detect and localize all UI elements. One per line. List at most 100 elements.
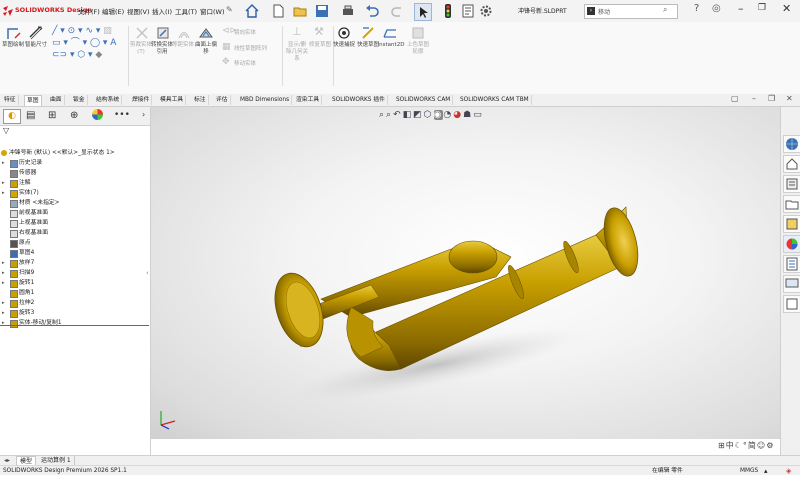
display-manager-tab-icon[interactable] — [92, 109, 103, 120]
tab-scroll-icons[interactable]: ◂▸ — [4, 457, 10, 464]
tab-markup[interactable]: 标注 — [192, 95, 209, 105]
tab-solidworks-cam[interactable]: SOLIDWORKS CAM — [394, 95, 454, 105]
search-icon[interactable]: ⌕ — [663, 5, 667, 15]
offset-on-surface-button[interactable]: 曲面上偏移 — [194, 42, 218, 56]
file-explorer-icon[interactable] — [783, 195, 800, 213]
pin-icon[interactable]: ✎ — [226, 5, 233, 14]
expand-panel-icon[interactable]: › — [142, 110, 145, 119]
moon-icon[interactable]: ☾ — [735, 441, 743, 450]
redo-icon[interactable] — [390, 3, 406, 19]
select-arrow-icon[interactable] — [414, 3, 432, 21]
feature-manager-tab-icon[interactable]: ◐ — [3, 109, 21, 124]
rectangle-icon[interactable]: ▭ ▾ ⌒ ▾ ◯ ▾ A — [52, 37, 116, 49]
smart-dimension-icon[interactable] — [28, 25, 44, 41]
emoji-icon[interactable]: ☺ — [757, 441, 766, 450]
undo-icon[interactable] — [364, 3, 380, 19]
search-input[interactable]: 移动 — [598, 7, 610, 16]
forum-icon[interactable] — [783, 275, 800, 293]
sketch-button[interactable]: 草图绘制 — [2, 42, 24, 49]
expand-caret-icon[interactable]: ▸ — [2, 258, 8, 268]
expand-caret-icon[interactable]: ▸ — [2, 158, 8, 168]
solidworks-resources-icon[interactable] — [783, 135, 800, 153]
menu-window[interactable]: 窗口(W) — [200, 6, 225, 16]
grid-icon[interactable]: ⊞ — [718, 441, 726, 450]
upper-bend[interactable] — [448, 240, 498, 274]
rapid-sketch-icon[interactable] — [360, 25, 376, 41]
tree-root[interactable]: 冲锋号新 (默认) <<默认>_显示状态 1> — [1, 148, 115, 158]
quick-snaps-button[interactable]: 快速捕捉 — [332, 42, 356, 49]
offset-on-surface-icon[interactable] — [198, 25, 214, 41]
instant2d-icon[interactable] — [382, 25, 398, 41]
slot-icon[interactable]: ⊂⊃ ▾ ⬡ ▾ ◆ — [52, 49, 116, 61]
sketch-icon[interactable] — [6, 25, 22, 41]
simplified-icon[interactable]: 简 — [748, 441, 757, 450]
convert-entities-button[interactable]: 转换实体引用 — [150, 42, 174, 56]
close-button[interactable]: ✕ — [782, 2, 791, 15]
expand-caret-icon[interactable]: ▸ — [2, 178, 8, 188]
open-folder-icon[interactable] — [292, 3, 308, 19]
panel-splitter-icon[interactable]: ‹ — [146, 269, 149, 277]
tab-mbd-dimensions[interactable]: MBD Dimensions — [238, 95, 293, 105]
smart-dimension-button[interactable]: 智能尺寸 — [24, 42, 48, 49]
viewport-restore-button[interactable]: ❐ — [768, 94, 775, 103]
input-method-icon[interactable]: 中 — [726, 441, 735, 450]
bugle-3d-model[interactable] — [151, 107, 780, 439]
user-account-icon[interactable]: ◎ — [712, 3, 721, 14]
help-icon[interactable]: ? — [694, 3, 699, 14]
property-manager-tab-icon[interactable]: ▤ — [26, 110, 35, 121]
tab-evaluate[interactable]: 评估 — [214, 95, 231, 105]
save-icon[interactable] — [314, 3, 330, 19]
tab-weldments[interactable]: 焊接件 — [130, 95, 153, 105]
quick-snaps-icon[interactable] — [336, 25, 352, 41]
configuration-manager-tab-icon[interactable]: ⊞ — [48, 110, 56, 121]
tab-structure-system[interactable]: 结构系统 — [94, 95, 123, 105]
tab-sheet-metal[interactable]: 钣金 — [71, 95, 88, 105]
appearances-scenes-icon[interactable] — [783, 235, 800, 253]
rebuild-icon[interactable] — [440, 3, 456, 19]
panel-layout-icon[interactable]: ▢ — [731, 94, 739, 103]
options-gear-icon[interactable] — [478, 3, 494, 19]
tab-mold-tools[interactable]: 模具工具 — [158, 95, 187, 105]
viewport-minimize-button[interactable]: – — [752, 94, 756, 103]
menu-file[interactable]: 文件(F) — [78, 6, 100, 16]
menu-edit[interactable]: 编辑(E) — [102, 6, 124, 16]
tab-render-tools[interactable]: 渲染工具 — [294, 95, 323, 105]
tab-sketch[interactable]: 草图 — [24, 95, 42, 106]
menu-tools[interactable]: 工具(T) — [175, 6, 197, 16]
sketch-entities-group[interactable]: ╱ ▾ ⊙ ▾ ∿ ▾ ▧ ▭ ▾ ⌒ ▾ ◯ ▾ A ⊂⊃ ▾ ⬡ ▾ ◆ — [52, 25, 116, 61]
tab-solidworks-cam-tbm[interactable]: SOLIDWORKS CAM TBM — [458, 95, 532, 105]
home-task-icon[interactable] — [783, 155, 800, 173]
line-icon[interactable]: ╱ ▾ ⊙ ▾ ∿ ▾ ▧ — [52, 25, 116, 37]
menu-insert[interactable]: 插入(I) — [152, 6, 172, 16]
motion-study-tab[interactable]: 运动算例 1 — [38, 456, 75, 465]
instant2d-button[interactable]: Instant2D — [376, 42, 406, 49]
settings-gear-icon[interactable]: ⚙ — [766, 441, 774, 450]
more-tabs-icon[interactable]: ••• — [114, 110, 130, 120]
minimize-button[interactable]: – — [738, 2, 744, 15]
tab-surfaces[interactable]: 曲面 — [48, 95, 65, 105]
rollback-bar[interactable] — [0, 325, 149, 326]
search-box[interactable]: › 移动 ⌕ — [584, 4, 678, 19]
home-icon[interactable] — [244, 3, 260, 19]
convert-entities-icon[interactable] — [155, 25, 171, 41]
expand-caret-icon[interactable]: ▸ — [2, 268, 8, 278]
filter-icon[interactable]: ▽ — [3, 126, 9, 135]
expand-caret-icon[interactable]: ▸ — [2, 278, 8, 288]
expand-caret-icon[interactable]: ▸ — [2, 298, 8, 308]
custom-properties-icon[interactable] — [783, 255, 800, 273]
design-library-icon[interactable] — [783, 175, 800, 193]
graphics-area[interactable]: ⌕⌕↶◧◩⬡◉◔◕☗▭ — [151, 107, 780, 439]
tab-features[interactable]: 特征 — [2, 95, 19, 105]
menu-view[interactable]: 视图(V) — [127, 6, 150, 16]
expand-caret-icon[interactable]: ▸ — [2, 308, 8, 318]
tab-solidworks-addins[interactable]: SOLIDWORKS 插件 — [330, 95, 388, 105]
dimxpert-manager-tab-icon[interactable]: ⊕ — [70, 110, 78, 121]
expand-caret-icon[interactable]: ▸ — [2, 318, 8, 328]
expand-caret-icon[interactable]: ▸ — [2, 188, 8, 198]
viewport-close-button[interactable]: ✕ — [786, 94, 793, 103]
file-properties-icon[interactable] — [460, 3, 476, 19]
search-scope-icon[interactable]: › — [587, 7, 595, 15]
markup-icon[interactable] — [783, 295, 800, 313]
print-icon[interactable] — [340, 3, 356, 19]
restore-button[interactable]: ❐ — [758, 3, 766, 13]
